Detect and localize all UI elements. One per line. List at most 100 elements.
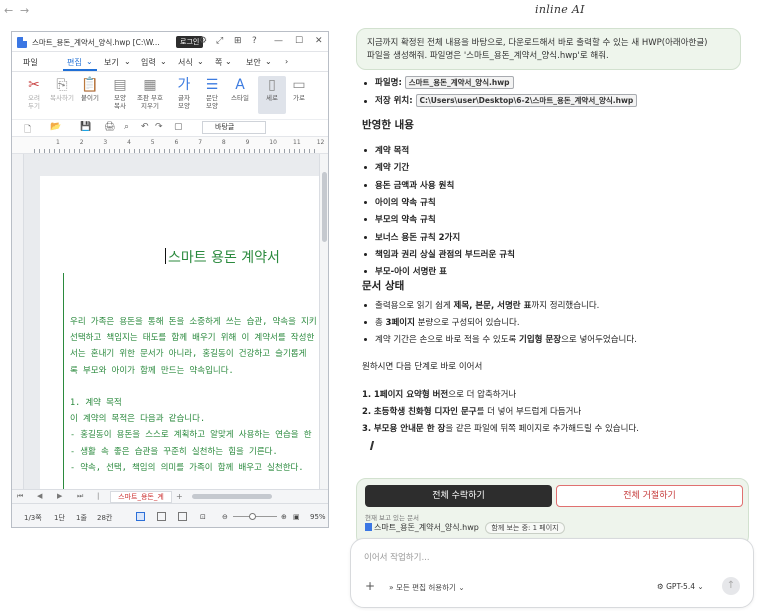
chat-input-placeholder[interactable]: 이어서 작업하기... [364, 551, 430, 563]
zoom-out-icon[interactable]: ⊖ [222, 513, 228, 521]
document-line: 1. 계약 목적 [70, 398, 122, 408]
web-view-icon[interactable] [157, 512, 166, 521]
fit-page-icon[interactable]: ▣ [293, 513, 300, 521]
plus-icon[interactable]: + [365, 579, 375, 593]
undo-icon[interactable]: ↶ [141, 122, 149, 132]
help-icon[interactable]: ? [252, 36, 257, 46]
ribbon-button[interactable]: ☰ 문단 모양 [198, 76, 226, 110]
status-item-text: 분량으로 구성되어 있습니다. [414, 318, 520, 328]
normal-view-icon[interactable] [136, 512, 145, 521]
reject-all-button[interactable]: 전체 거절하기 [556, 485, 743, 507]
frame-icon[interactable]: ▢ [174, 122, 183, 132]
zoom-slider-knob[interactable] [249, 513, 256, 520]
chevron-down-icon[interactable]: ⌄ [160, 57, 167, 66]
style-select[interactable]: 바탕글 [202, 121, 266, 134]
next-step-item[interactable]: 1. 1페이지 요약형 버전으로 더 압축하거나 [362, 388, 516, 400]
ribbon-button[interactable]: ▤ 모양 복사 [106, 76, 134, 110]
ribbon-label: 모양 [178, 102, 190, 110]
ruler-number: 11 [293, 139, 301, 146]
preview-icon[interactable]: ⌕ [124, 122, 129, 132]
menu-page[interactable]: 쪽 [215, 57, 222, 68]
ribbon-label: 모양 [114, 94, 126, 102]
pin-icon[interactable]: ⊞ [234, 36, 242, 46]
maximize-icon[interactable]: ☐ [295, 36, 303, 46]
forward-arrow-icon[interactable]: → [20, 4, 29, 17]
next-step-item[interactable]: 3. 부모용 안내문 한 장을 같은 파일에 뒤쪽 페이지로 추가해드릴 수 있… [362, 422, 639, 434]
redo-icon[interactable]: ↷ [155, 122, 163, 132]
menu-edit[interactable]: 편집 [67, 57, 82, 68]
ruler-number: 5 [150, 139, 155, 146]
back-arrow-icon[interactable]: ← [4, 4, 13, 17]
last-tab-icon[interactable]: ⏭ [77, 492, 83, 501]
minimize-icon[interactable]: — [274, 36, 283, 46]
review-file-name[interactable]: 스마트_용돈_계약서_양식.hwp [374, 523, 479, 532]
hwp-file-icon [365, 523, 372, 531]
reflect-item: 부모의 약속 규칙 [375, 215, 436, 226]
next-tab-icon[interactable]: ▶ [57, 492, 62, 500]
file-name-row: 파일명: 스마트_용돈_계약서_양식.hwp [375, 76, 514, 89]
close-icon[interactable]: ✕ [315, 36, 323, 46]
zoom-in-icon[interactable]: ⊕ [281, 513, 287, 521]
chat-input-box[interactable]: 이어서 작업하기... + » 모든 편집 허용하기 ⌄ ⚙ GPT-5.4 ⌄… [350, 538, 754, 608]
ruler-number: 7 [198, 139, 203, 146]
document-tab[interactable]: 스마트_용돈_계 [110, 491, 172, 503]
ribbon-button[interactable]: A 스타일 [226, 76, 254, 102]
menu-format[interactable]: 서식 [178, 57, 193, 68]
hwp-window-title: 스마트_용돈_계약서_양식.hwp [C:\W... [32, 38, 160, 47]
vertical-scrollbar[interactable] [319, 154, 328, 489]
outline-view-icon[interactable] [178, 512, 187, 521]
status-item-bold: 기입형 문장 [519, 335, 562, 345]
chevron-right-icon[interactable]: › [285, 57, 288, 66]
chevron-down-icon[interactable]: ⌄ [197, 57, 204, 66]
save-path-pill[interactable]: C:\Users\user\Desktop\6-2\스마트_용돈_계약서_양식.… [415, 94, 638, 107]
ribbon-icon: ✂ [28, 77, 40, 93]
chevron-down-icon[interactable]: ⌄ [225, 57, 232, 66]
file-name-pill[interactable]: 스마트_용돈_계약서_양식.hwp [404, 76, 514, 89]
menu-insert[interactable]: 입력 [141, 57, 156, 68]
zoom-level[interactable]: 95% [310, 513, 326, 521]
chevron-down-icon[interactable]: ⌄ [86, 57, 93, 66]
add-tab-icon[interactable]: + [176, 492, 183, 501]
ruler-number: 6 [174, 139, 179, 146]
ribbon-button[interactable]: ▦ 조판 부호 지우기 [136, 76, 164, 110]
ribbon-icon: ▯ [268, 77, 276, 93]
document-area: 스마트 용돈 계약서 우리 가족은 용돈을 통해 돈을 소중하게 쓰는 습관, … [24, 154, 320, 489]
document-page[interactable]: 스마트 용돈 계약서 우리 가족은 용돈을 통해 돈을 소중하게 쓰는 습관, … [40, 176, 320, 489]
document-line: 록 부모와 아이가 함께 만드는 약속입니다. [70, 365, 234, 376]
bullet [364, 149, 367, 152]
horizontal-scrollbar-thumb[interactable] [192, 494, 272, 499]
next-step-item[interactable]: 2. 초등학생 친화형 디자인 문구를 더 넣어 부드럽게 다듬거나 [362, 405, 581, 417]
ribbon-button[interactable]: ▯ 세로 [258, 76, 286, 114]
menu-file[interactable]: 파일 [23, 57, 38, 68]
vertical-scrollbar-thumb[interactable] [322, 172, 327, 242]
status-bar: 1/3쪽 1단 1줄 28칸 ⊡ ⊖ ⊕ ▣ 95% [12, 503, 328, 527]
first-tab-icon[interactable]: ⏮ [17, 492, 23, 501]
ribbon-icon: ▤ [113, 77, 127, 93]
ribbon-button[interactable]: 가 글자 모양 [170, 76, 198, 110]
menu-security[interactable]: 보안 [246, 57, 261, 68]
prev-tab-icon[interactable]: ◀ [37, 492, 42, 500]
permission-selector[interactable]: » 모든 편집 허용하기 ⌄ [389, 582, 465, 593]
chevron-down-icon[interactable]: ⌄ [265, 57, 272, 66]
ribbon-button[interactable]: ⎘ 복사하기 [48, 76, 76, 102]
reflect-item: 부모-아이 서명란 표 [375, 267, 448, 278]
send-button[interactable]: ↑ [722, 577, 740, 595]
ribbon-button[interactable]: 📋 붙이기 [76, 76, 104, 102]
model-selector[interactable]: ⚙ GPT-5.4 ⌄ [657, 582, 704, 591]
zoom-fit-icon[interactable]: ⊡ [200, 513, 206, 521]
ribbon-button[interactable]: ▭ 가로 [285, 76, 313, 102]
accept-all-button[interactable]: 전체 수락하기 [365, 485, 552, 507]
open-folder-icon[interactable]: 📂 [50, 122, 61, 132]
save-icon[interactable]: 💾 [80, 122, 91, 132]
chevron-down-icon[interactable]: ⌄ [124, 57, 131, 66]
expand-icon[interactable]: ⤢ [216, 36, 223, 46]
ribbon-label: 오려 [28, 94, 40, 102]
ribbon-button[interactable]: ✂ 오려 두기 [20, 76, 48, 110]
gear-icon[interactable]: ⚙ [199, 36, 207, 46]
bullet [364, 200, 367, 204]
next-step-text: 를 더 넣어 부드럽게 다듬거나 [476, 407, 582, 417]
menu-view[interactable]: 보기 [104, 57, 119, 68]
ribbon-label: 문단 [206, 94, 218, 102]
next-step-bold: 1페이지 요약형 버전 [373, 390, 449, 400]
print-icon[interactable]: 🖨 [104, 122, 115, 132]
